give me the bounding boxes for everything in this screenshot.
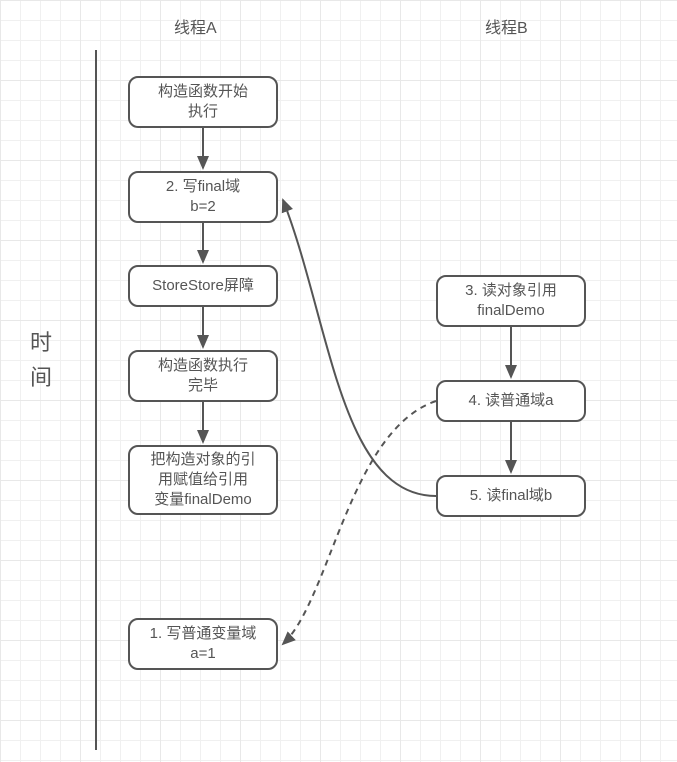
box-write-final-b: 2. 写final域b=2 xyxy=(128,171,278,223)
time-axis-line xyxy=(95,50,97,750)
box-read-normal-a: 4. 读普通域a xyxy=(436,380,586,422)
box-assign-reference: 把构造对象的引用赋值给引用变量finalDemo xyxy=(128,445,278,515)
thread-b-header: 线程B xyxy=(485,14,528,38)
time-axis-label: 时间 xyxy=(30,325,54,395)
box-write-normal-a: 1. 写普通变量域a=1 xyxy=(128,618,278,670)
box-read-reference: 3. 读对象引用finalDemo xyxy=(436,275,586,327)
thread-a-header: 线程A xyxy=(174,14,217,38)
arrow-readnormal-to-writenormal xyxy=(283,401,436,644)
box-constructor-end: 构造函数执行完毕 xyxy=(128,350,278,402)
box-read-final-b: 5. 读final域b xyxy=(436,475,586,517)
box-storestore-barrier: StoreStore屏障 xyxy=(128,265,278,307)
arrow-readfinal-to-writefinal xyxy=(283,200,436,496)
box-constructor-start: 构造函数开始执行 xyxy=(128,76,278,128)
